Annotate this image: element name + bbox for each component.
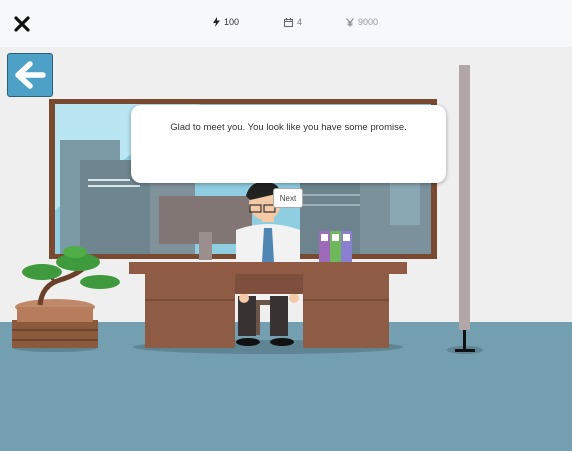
money-stat: 9000 [346, 17, 378, 27]
lightning-icon [213, 17, 220, 27]
close-icon [14, 16, 30, 32]
days-value: 4 [297, 17, 303, 27]
yen-icon [346, 17, 354, 27]
calendar-icon [284, 17, 293, 27]
dialog-text: Glad to meet you. You look like you have… [170, 122, 407, 133]
dialog-box: Glad to meet you. You look like you have… [131, 105, 446, 183]
energy-value: 100 [224, 17, 240, 27]
coat-stand [447, 65, 483, 354]
close-button[interactable] [10, 12, 34, 36]
arrow-left-icon [15, 61, 46, 89]
money-value: 9000 [358, 17, 379, 27]
energy-stat: 100 [213, 17, 239, 27]
next-button[interactable]: Next [273, 188, 303, 208]
top-bar: 100 4 9000 [0, 0, 572, 47]
binders [319, 231, 352, 262]
days-stat: 4 [284, 17, 302, 27]
back-button[interactable] [7, 53, 53, 97]
